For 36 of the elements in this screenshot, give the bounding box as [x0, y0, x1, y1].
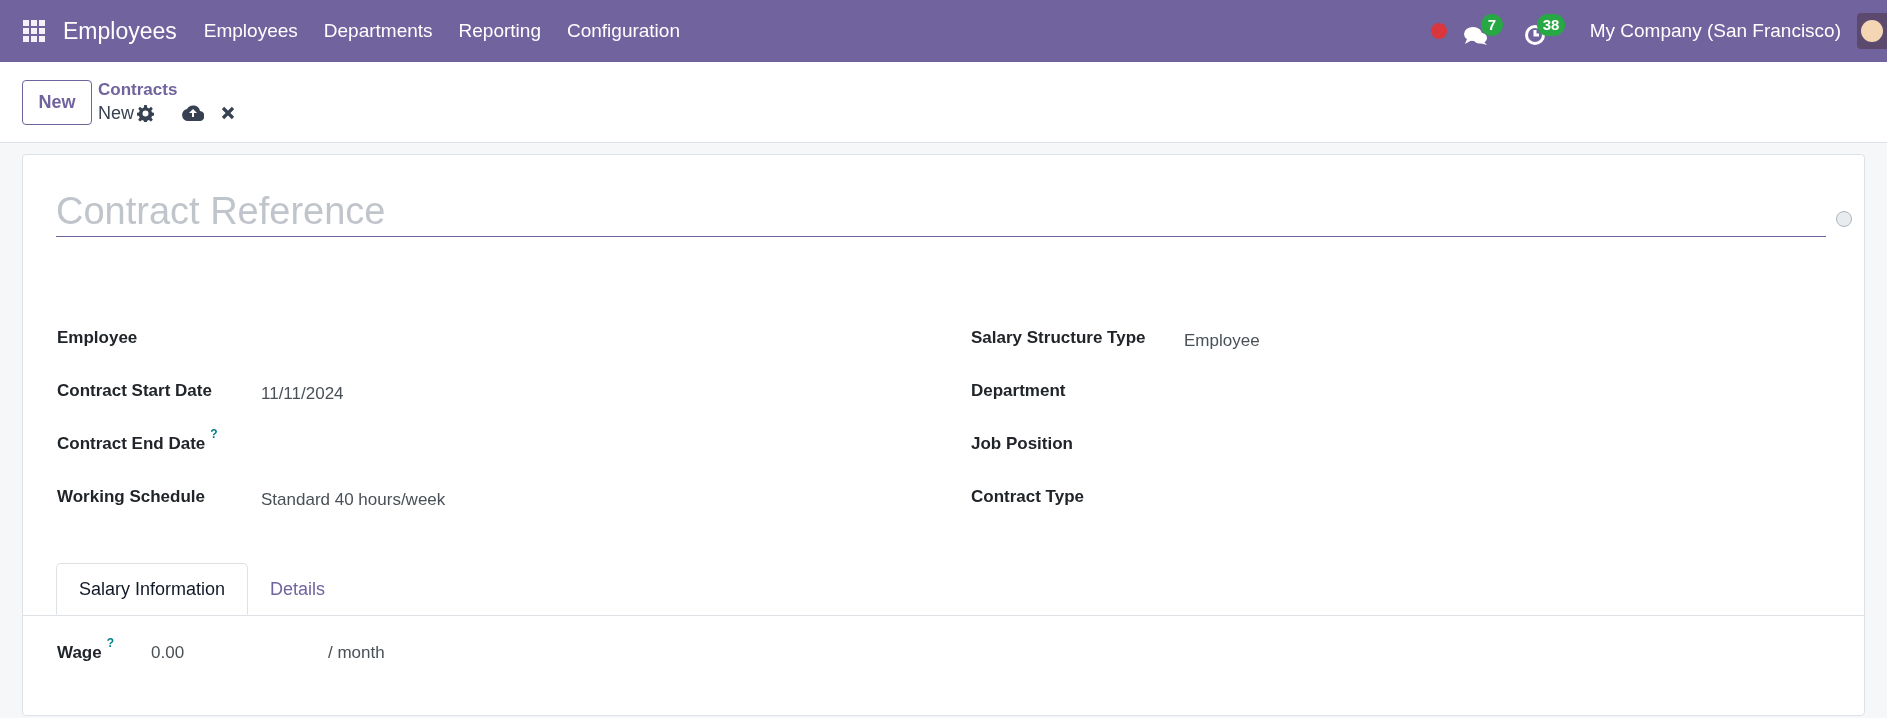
wage-field[interactable]: 0.00: [151, 640, 328, 666]
breadcrumb-link[interactable]: Contracts: [98, 79, 235, 101]
company-name[interactable]: My Company (San Francisco): [1589, 16, 1841, 46]
activity-count-badge: 38: [1536, 14, 1566, 36]
menu-item[interactable]: Employees: [190, 16, 311, 46]
field-label: Salary Structure Type: [971, 327, 1146, 349]
field-label: Working Schedule: [57, 486, 205, 508]
field-label: Department: [971, 380, 1066, 402]
close-icon[interactable]: [221, 106, 235, 120]
app-grid-icon[interactable]: [23, 20, 45, 42]
field-value[interactable]: Standard 40 hours/week: [261, 487, 446, 513]
message-count-badge: 7: [1480, 14, 1504, 36]
cloud-upload-icon[interactable]: [182, 105, 204, 121]
settings-icon[interactable]: [137, 104, 154, 122]
app-name-link[interactable]: Employees: [63, 13, 177, 49]
field-value[interactable]: 11/11/2024: [261, 381, 344, 407]
chat-bubbles-icon[interactable]: [1463, 26, 1488, 46]
field-value[interactable]: Employee: [1184, 328, 1260, 354]
menu-item[interactable]: Departments: [310, 16, 446, 46]
menu-item[interactable]: Configuration: [553, 16, 693, 46]
record-name: New: [98, 102, 134, 125]
field-label: Wage: [57, 642, 102, 664]
help-mark[interactable]: ?: [106, 636, 115, 650]
form-tab[interactable]: Details: [248, 563, 348, 615]
new-button[interactable]: New: [22, 79, 92, 125]
field-label: Contract Start Date: [57, 380, 212, 402]
menu-item[interactable]: Reporting: [445, 16, 554, 46]
help-mark[interactable]: ?: [210, 427, 218, 441]
form-tab[interactable]: Salary Information: [56, 563, 249, 615]
wage-unit: / month: [328, 642, 385, 664]
field-label: Contract End Date: [57, 433, 206, 455]
field-label: Job Position: [971, 433, 1073, 455]
avatar-icon[interactable]: [1857, 13, 1887, 49]
contract-reference-field[interactable]: Contract Reference: [56, 188, 1826, 237]
field-label: Contract Type: [971, 486, 1085, 508]
field-label: Employee: [57, 327, 138, 349]
